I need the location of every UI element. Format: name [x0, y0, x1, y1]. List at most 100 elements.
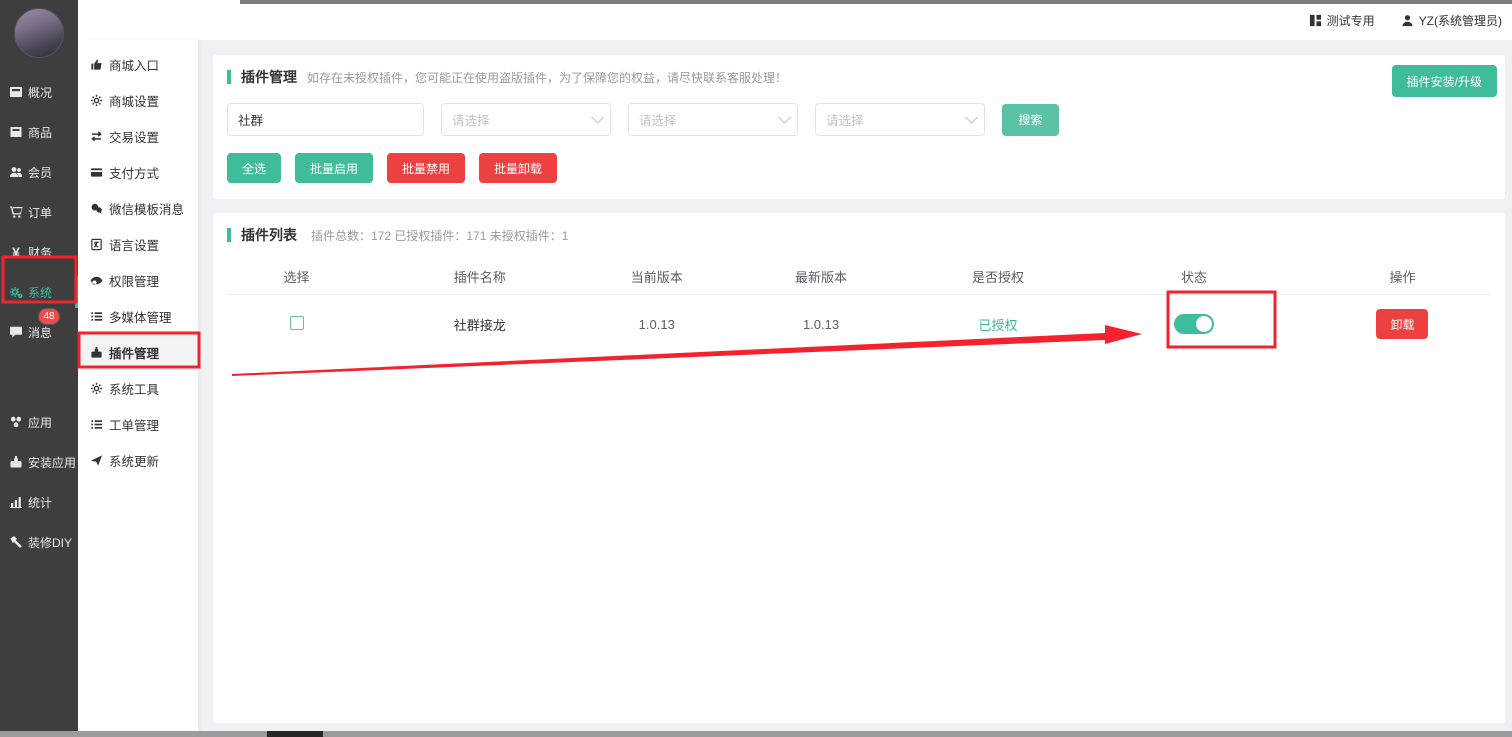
- filter-select-2[interactable]: 请选择: [628, 103, 798, 136]
- wechat-icon: [90, 202, 103, 215]
- top-header: 测试专用 YZ(系统管理员): [78, 0, 1512, 40]
- sidebar-item-members[interactable]: 会员: [0, 152, 78, 192]
- exchange-icon: [90, 130, 103, 143]
- batch-uninstall-button[interactable]: 批量卸载: [479, 153, 557, 183]
- unauthorized-notice: 如存在未授权插件，您可能正在使用盗版插件，为了保障您的权益，请尽快联系客服处理！: [307, 69, 787, 86]
- taskbar-segment: [267, 731, 323, 737]
- main-content: 插件管理 如存在未授权插件，您可能正在使用盗版插件，为了保障您的权益，请尽快联系…: [198, 40, 1512, 731]
- grid-icon: [1309, 14, 1322, 27]
- batch-disable-button[interactable]: 批量禁用: [387, 153, 465, 183]
- gear-icon: [90, 94, 103, 107]
- diy-icon: [9, 535, 23, 549]
- search-filter-row: 请选择 请选择 请选择 搜索: [227, 103, 1491, 136]
- window-top-strip: [240, 0, 1512, 4]
- plugin-stats: 插件总数：172 已授权插件：171 未授权插件：1: [311, 227, 568, 244]
- sidebar-item-finance[interactable]: ¥ 财务: [0, 232, 78, 272]
- sidebar-item-label: 会员: [28, 164, 52, 181]
- table-header-row: 选择 插件名称 当前版本 最新版本 是否授权 状态 操作: [227, 259, 1491, 295]
- workspace-label: 测试专用: [1327, 12, 1375, 29]
- plugin-manage-panel: 插件管理 如存在未授权插件，您可能正在使用盗版插件，为了保障您的权益，请尽快联系…: [213, 55, 1505, 199]
- plugin-list-panel: 插件列表 插件总数：172 已授权插件：171 未授权插件：1 选择 插件名称 …: [213, 213, 1505, 723]
- install-apps-icon: [9, 455, 23, 469]
- status-toggle[interactable]: [1174, 314, 1214, 334]
- sidebar-item-goods[interactable]: 商品: [0, 112, 78, 152]
- secondary-sidebar: 商城入口 商城设置 交易设置 支付方式 微信模板消息 语言设置 权限管理 多媒体…: [78, 40, 198, 731]
- search-button[interactable]: 搜索: [1002, 104, 1059, 136]
- filter-select-1[interactable]: 请选择: [441, 103, 611, 136]
- plugin-name: 社群接龙: [366, 315, 594, 334]
- message-count-badge: 48: [38, 308, 60, 325]
- window-bottom-strip: [0, 731, 1512, 737]
- column-header-status: 状态: [1074, 267, 1314, 286]
- sidebar-item-diy[interactable]: 装修DIY: [0, 522, 78, 562]
- sidebar-item-stats[interactable]: 统计: [0, 482, 78, 522]
- primary-sidebar: 概况 商品 会员 订单 ¥ 财务 系统 消息 48 应用 安装应用 统计 装修D…: [0, 0, 78, 737]
- user-icon: [1401, 14, 1414, 27]
- menu-item-label: 系统更新: [109, 451, 159, 470]
- menu-item-system-tools[interactable]: 系统工具: [78, 370, 198, 406]
- user-menu[interactable]: YZ(系统管理员): [1401, 12, 1502, 29]
- menu-item-system-update[interactable]: 系统更新: [78, 442, 198, 478]
- credit-card-icon: [90, 166, 103, 179]
- column-header-select: 选择: [227, 267, 366, 286]
- sidebar-spacer: [0, 352, 78, 402]
- menu-item-label: 插件管理: [109, 343, 159, 362]
- sidebar-item-label: 应用: [28, 414, 52, 431]
- sidebar-item-label: 安装应用: [28, 454, 76, 471]
- select-placeholder: 请选择: [452, 110, 490, 129]
- sidebar-item-orders[interactable]: 订单: [0, 192, 78, 232]
- filter-select-3[interactable]: 请选择: [815, 103, 985, 136]
- sidebar-item-system[interactable]: 系统: [0, 272, 78, 312]
- system-icon: [9, 285, 23, 299]
- apps-icon: [9, 415, 23, 429]
- keyword-input[interactable]: [227, 103, 424, 136]
- orders-icon: [9, 205, 23, 219]
- menu-item-language[interactable]: 语言设置: [78, 226, 198, 262]
- menu-item-label: 商城入口: [109, 55, 159, 74]
- chevron-down-icon: [591, 111, 604, 124]
- overview-icon: [9, 85, 23, 99]
- select-all-button[interactable]: 全选: [227, 153, 281, 183]
- menu-item-label: 语言设置: [109, 235, 159, 254]
- list-title: 插件列表: [241, 225, 297, 245]
- menu-item-wechat-template[interactable]: 微信模板消息: [78, 190, 198, 226]
- workspace-menu[interactable]: 测试专用: [1309, 12, 1375, 29]
- panel-title-row: 插件列表 插件总数：172 已授权插件：171 未授权插件：1: [227, 225, 1491, 245]
- menu-item-payment[interactable]: 支付方式: [78, 154, 198, 190]
- row-checkbox[interactable]: [290, 316, 304, 330]
- sidebar-item-apps[interactable]: 应用: [0, 402, 78, 442]
- menu-item-mall-entry[interactable]: 商城入口: [78, 46, 198, 82]
- sidebar-item-label: 概况: [28, 84, 52, 101]
- menu-item-work-orders[interactable]: 工单管理: [78, 406, 198, 442]
- menu-item-label: 支付方式: [109, 163, 159, 182]
- page-title: 插件管理: [241, 67, 297, 87]
- install-upgrade-button[interactable]: 插件安装/升级: [1392, 65, 1497, 97]
- uninstall-button[interactable]: 卸载: [1376, 309, 1428, 339]
- menu-item-permissions[interactable]: 权限管理: [78, 262, 198, 298]
- stats-icon: [9, 495, 23, 509]
- sidebar-item-messages[interactable]: 消息 48: [0, 312, 78, 352]
- gear-icon: [90, 382, 103, 395]
- sidebar-item-label: 订单: [28, 204, 52, 221]
- column-header-action: 操作: [1314, 267, 1491, 286]
- sidebar-item-label: 消息: [28, 324, 52, 341]
- menu-item-label: 微信模板消息: [109, 199, 184, 218]
- batch-enable-button[interactable]: 批量启用: [295, 153, 373, 183]
- chevron-down-icon: [778, 111, 791, 124]
- menu-item-label: 交易设置: [109, 127, 159, 146]
- sidebar-item-overview[interactable]: 概况: [0, 72, 78, 112]
- menu-item-label: 系统工具: [109, 379, 159, 398]
- send-icon: [90, 454, 103, 467]
- table-row: 社群接龙 1.0.13 1.0.13 已授权 卸载: [227, 295, 1491, 353]
- language-icon: [90, 238, 103, 251]
- menu-item-trade-settings[interactable]: 交易设置: [78, 118, 198, 154]
- avatar[interactable]: [14, 8, 64, 58]
- menu-item-media[interactable]: 多媒体管理: [78, 298, 198, 334]
- menu-item-label: 多媒体管理: [109, 307, 172, 326]
- message-icon: [9, 325, 23, 339]
- menu-item-plugin-manage[interactable]: 插件管理: [78, 334, 198, 370]
- menu-item-mall-settings[interactable]: 商城设置: [78, 82, 198, 118]
- sidebar-item-label: 统计: [28, 494, 52, 511]
- sidebar-item-install-apps[interactable]: 安装应用: [0, 442, 78, 482]
- authorized-status: 已授权: [922, 315, 1074, 334]
